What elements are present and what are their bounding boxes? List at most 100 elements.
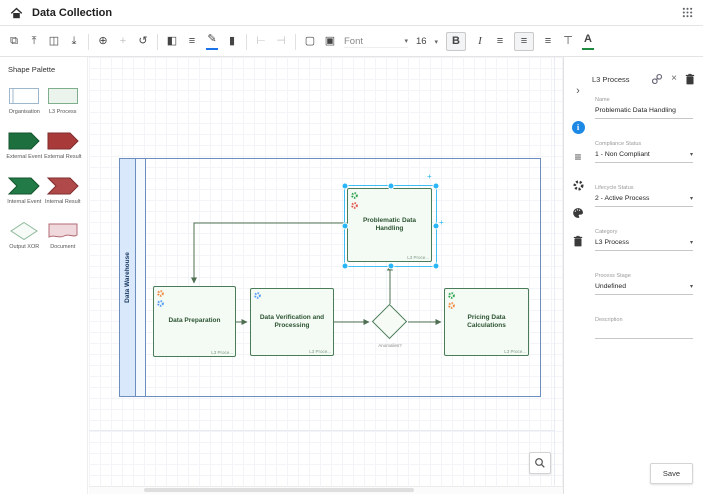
output-xor-shape-icon bbox=[7, 221, 41, 241]
gear-icon bbox=[156, 299, 165, 308]
palette-item-document[interactable]: Document bbox=[44, 221, 83, 250]
fill-color-icon[interactable]: ◧ bbox=[166, 33, 178, 50]
delete-tab[interactable] bbox=[570, 233, 586, 249]
add-icon[interactable]: + bbox=[117, 33, 129, 50]
node-pricing-data-calculations[interactable]: Pricing Data Calculations L3 Proce... bbox=[444, 288, 529, 356]
align-right-button[interactable]: ≡ bbox=[542, 33, 554, 50]
xor-gateway-shape bbox=[372, 304, 407, 339]
align-objects-icon[interactable]: ⊢ bbox=[255, 33, 267, 50]
collapse-panel-button[interactable]: › bbox=[570, 83, 586, 99]
internal-event-shape-icon bbox=[7, 176, 41, 196]
font-size-select[interactable]: 16 ▾ bbox=[416, 36, 438, 47]
organisation-shape-icon bbox=[7, 86, 41, 106]
node-type-badge: L3 Proce... bbox=[211, 350, 233, 355]
status-gear-icons bbox=[447, 291, 456, 310]
scrollbar-thumb[interactable] bbox=[144, 488, 414, 492]
apps-grid-icon[interactable] bbox=[682, 7, 693, 18]
connector-plus-hint[interactable]: + bbox=[439, 219, 444, 227]
horizontal-scrollbar[interactable] bbox=[89, 486, 563, 494]
node-data-preparation[interactable]: Data Preparation L3 Proce... bbox=[153, 286, 236, 357]
status-gear-icons bbox=[350, 191, 359, 210]
node-data-verification[interactable]: Data Verification and Processing L3 Proc… bbox=[250, 288, 334, 356]
node-type-badge: L3 Proce... bbox=[309, 349, 331, 354]
undo-icon[interactable]: ↺ bbox=[137, 33, 149, 50]
chevron-down-icon: ▾ bbox=[690, 151, 693, 158]
close-icon[interactable]: × bbox=[671, 74, 677, 84]
vertical-align-button[interactable]: ⊤ bbox=[562, 33, 574, 50]
field-label: Name bbox=[595, 97, 693, 103]
list-icon: ≡ bbox=[574, 150, 581, 164]
palette-item-l3-process[interactable]: L3 Process bbox=[44, 86, 83, 115]
bold-button[interactable]: B bbox=[446, 32, 466, 51]
page-title: Data Collection bbox=[32, 7, 112, 19]
field-label: Description bbox=[595, 317, 693, 323]
align-left-button[interactable]: ≡ bbox=[494, 33, 506, 50]
pool-container[interactable] bbox=[119, 158, 541, 397]
fit-page-icon[interactable]: ▢ bbox=[304, 33, 316, 50]
toolbar-separator bbox=[246, 34, 247, 50]
page-boundary-horizontal bbox=[89, 430, 554, 431]
palette-item-organisation[interactable]: Organisation bbox=[5, 86, 44, 115]
line-style-icon[interactable]: ≡ bbox=[186, 33, 198, 50]
font-color-button[interactable]: A bbox=[582, 33, 594, 50]
process-stage-select[interactable]: Process Stage Undefined ▾ bbox=[595, 273, 693, 295]
save-file-icon[interactable]: ◫ bbox=[48, 33, 60, 50]
align-center-button[interactable]: ≡ bbox=[514, 32, 534, 51]
list-tab[interactable]: ≡ bbox=[570, 149, 586, 165]
palette-item-external-result[interactable]: External Result bbox=[44, 131, 83, 160]
palette-item-internal-result[interactable]: Internal Result bbox=[44, 176, 83, 205]
palette-item-internal-event[interactable]: Internal Event bbox=[5, 176, 44, 205]
duplicate-icon[interactable]: ⧉ bbox=[8, 33, 20, 50]
delete-icon[interactable] bbox=[685, 73, 695, 85]
lane-subheader[interactable] bbox=[135, 158, 146, 397]
name-field[interactable]: Name Problematic Data Handling bbox=[595, 97, 693, 119]
gear-icon bbox=[350, 191, 359, 200]
app-window: Data Collection ⧉ ⤒ ◫ ⤓ ⊕ + ↺ ◧ ≡ ✎ ▮ ⊢ … bbox=[0, 0, 703, 494]
palette-item-output-xor[interactable]: Output XOR bbox=[5, 221, 44, 250]
process-stage-value: Undefined bbox=[595, 283, 687, 290]
download-icon[interactable]: ⤓ bbox=[68, 33, 80, 50]
toolbar-separator bbox=[157, 34, 158, 50]
document-shape-icon bbox=[46, 221, 80, 241]
format-painter-icon[interactable]: ▮ bbox=[226, 33, 238, 50]
chevron-down-icon: ▾ bbox=[404, 37, 408, 45]
chevron-down-icon: ▾ bbox=[690, 283, 693, 290]
save-button[interactable]: Save bbox=[650, 463, 693, 484]
panel-title: L3 Process bbox=[592, 75, 643, 84]
external-event-shape-icon bbox=[7, 131, 41, 151]
link-icon[interactable] bbox=[651, 73, 663, 85]
node-type-badge: L3 Proce... bbox=[407, 255, 429, 260]
diagram-canvas[interactable]: Data Warehouse Data Preparation L3 Proce… bbox=[89, 57, 563, 494]
palette-item-external-event[interactable]: External Event bbox=[5, 131, 44, 160]
lifecycle-status-select[interactable]: Lifecycle Status 2 - Active Process ▾ bbox=[595, 185, 693, 207]
settings-tab[interactable] bbox=[570, 177, 586, 193]
globe-icon[interactable]: ⊕ bbox=[97, 33, 109, 50]
gear-icon bbox=[156, 289, 165, 298]
upload-icon[interactable]: ⤒ bbox=[28, 33, 40, 50]
zoom-search-button[interactable] bbox=[529, 452, 551, 474]
fit-selection-icon[interactable]: ▣ bbox=[324, 33, 336, 50]
font-family-select[interactable]: Font ▾ bbox=[344, 36, 408, 48]
field-label: Category bbox=[595, 229, 693, 235]
l3-process-shape-icon bbox=[46, 86, 80, 106]
node-label: Data Preparation bbox=[168, 317, 220, 325]
chevron-right-icon: › bbox=[576, 85, 580, 97]
node-xor-gateway[interactable] bbox=[372, 304, 408, 340]
style-tab[interactable] bbox=[570, 205, 586, 221]
home-icon[interactable] bbox=[10, 7, 23, 19]
external-result-shape-icon bbox=[46, 131, 80, 151]
compliance-status-select[interactable]: Compliance Status 1 - Non Compliant ▾ bbox=[595, 141, 693, 163]
line-color-icon[interactable]: ✎ bbox=[206, 33, 218, 50]
node-problematic-data-handling[interactable]: Problematic Data Handling L3 Proce... bbox=[347, 188, 432, 262]
category-select[interactable]: Category L3 Process ▾ bbox=[595, 229, 693, 251]
info-tab[interactable]: i bbox=[570, 119, 586, 135]
italic-button[interactable]: I bbox=[474, 33, 486, 50]
category-value: L3 Process bbox=[595, 239, 687, 246]
trash-icon bbox=[573, 235, 583, 247]
distribute-objects-icon[interactable]: ⊣ bbox=[275, 33, 287, 50]
name-input[interactable]: Problematic Data Handling bbox=[595, 107, 693, 114]
description-field[interactable]: Description bbox=[595, 317, 693, 339]
toolbar-separator bbox=[295, 34, 296, 50]
palette-item-label: Document bbox=[44, 244, 83, 250]
connector-plus-hint[interactable]: + bbox=[427, 173, 432, 181]
